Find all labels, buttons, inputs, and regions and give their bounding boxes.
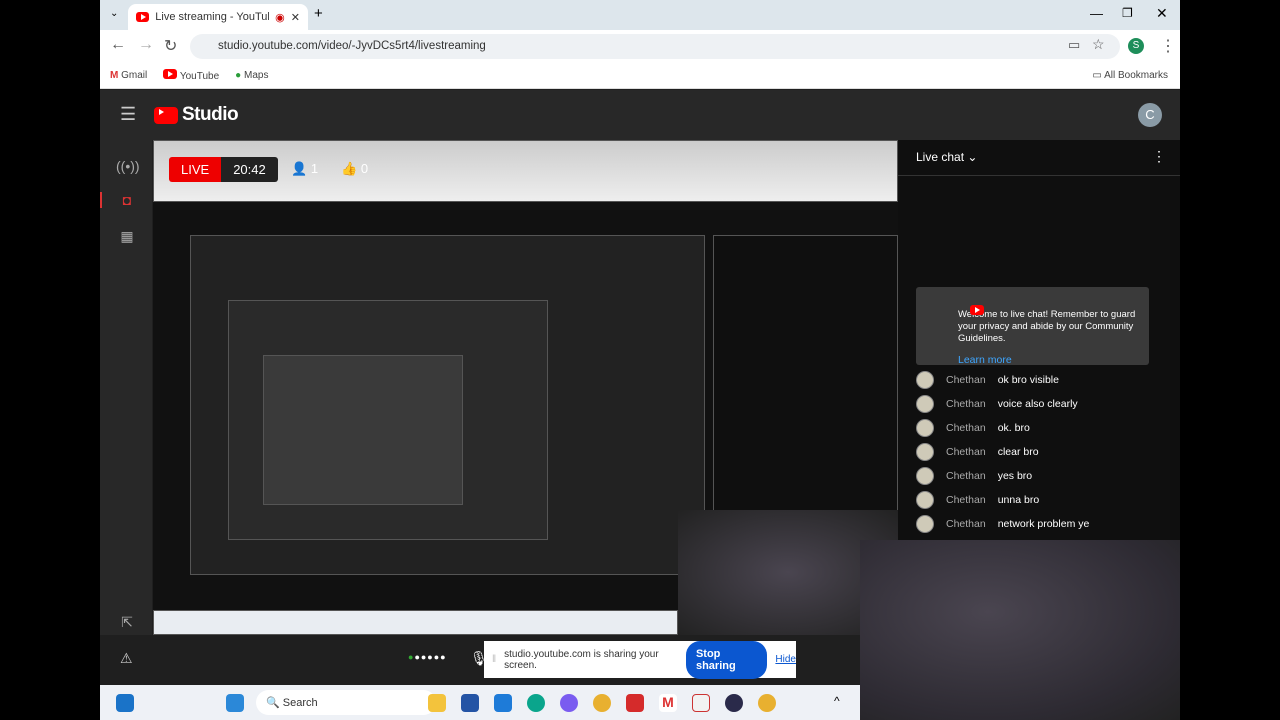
drag-handle[interactable]: ‖ [492, 654, 496, 665]
tab-bar: ⌄ Live streaming - YouTube Studio ◉ ✕ + … [100, 0, 1180, 30]
widgets-icon[interactable] [116, 694, 134, 712]
screen-share-bar: ‖ studio.youtube.com is sharing your scr… [484, 640, 796, 679]
eclipse-icon[interactable] [725, 694, 743, 712]
nested-taskbar [153, 610, 678, 635]
taskbar-search[interactable]: 🔍 Search [256, 690, 436, 715]
avatar [916, 467, 934, 485]
viewer-count: 👤 1 [291, 161, 319, 176]
chat-message: Chethan clear bro [916, 443, 1039, 461]
hide-button[interactable]: Hide [775, 654, 796, 665]
chat-message: Chethan ok bro visible [916, 371, 1059, 389]
learn-more-link[interactable]: Learn more [958, 354, 1139, 366]
stop-sharing-button[interactable]: Stop sharing [685, 640, 768, 679]
file-explorer-icon[interactable] [428, 694, 446, 712]
tab-search-button[interactable]: ⌄ [110, 8, 118, 19]
live-broadcast-icon[interactable]: ((•)) [116, 158, 140, 174]
pagination-dots: ●●●●●● [408, 652, 447, 662]
live-chat-panel: Live chat ⌄ ⋮ Welcome to live chat! Reme… [898, 140, 1180, 540]
avatar [916, 371, 934, 389]
avatar [916, 419, 934, 437]
studio-header: ☰ Studio C [100, 90, 1180, 140]
maximize-button[interactable]: ❐ [1122, 6, 1133, 20]
gmail-icon[interactable]: M [659, 694, 677, 712]
store-icon[interactable] [461, 694, 479, 712]
chrome-icon[interactable] [593, 694, 611, 712]
feedback-icon[interactable]: ⚠ [120, 650, 133, 667]
back-button[interactable]: ← [110, 36, 126, 54]
address-bar-row: ← → ↻ studio.youtube.com/video/-JyvDCs5r… [100, 30, 1180, 62]
bookmarks-bar: M Gmail YouTube ● Maps ▭ All Bookmarks [100, 62, 1180, 89]
all-bookmarks[interactable]: ▭ All Bookmarks [1092, 70, 1168, 81]
nested-chat [713, 235, 898, 515]
copilot-icon[interactable] [560, 694, 578, 712]
studio-logo[interactable]: Studio [154, 104, 239, 126]
avatar [916, 491, 934, 509]
avatar [916, 443, 934, 461]
stream-preview: LIVE 20:42 👤 1 👍 0 [153, 140, 898, 635]
mail-icon[interactable] [494, 694, 512, 712]
profile-avatar[interactable]: S [1128, 38, 1144, 54]
live-status-badge: LIVE 20:42 [169, 157, 278, 182]
bookmark-youtube[interactable]: YouTube [163, 68, 219, 82]
reload-button[interactable]: ↻ [164, 36, 177, 56]
bookmark-gmail[interactable]: M Gmail [110, 70, 147, 81]
like-count: 👍 0 [341, 161, 369, 176]
avatar [916, 515, 934, 533]
start-icon[interactable] [226, 694, 244, 712]
divider [898, 175, 1180, 176]
pdf-icon[interactable] [692, 694, 710, 712]
close-window-button[interactable]: ✕ [1156, 5, 1168, 22]
camera-icon[interactable]: ▭ [1068, 37, 1080, 53]
camera-stream-icon[interactable]: ◘ [100, 192, 152, 208]
chrome-profile-icon[interactable] [758, 694, 776, 712]
left-nav: ((•)) ◘ ▦ ⇱ [100, 140, 152, 635]
nested-preview-3 [263, 355, 463, 505]
chat-message: Chethan yes bro [916, 467, 1032, 485]
webcam-overlay [860, 540, 1180, 720]
show-hidden-icons[interactable]: ^ [834, 694, 840, 708]
taskbar: 🔍 Search M ^ [100, 685, 860, 720]
url-input[interactable]: studio.youtube.com/video/-JyvDCs5rt4/liv… [190, 34, 1120, 59]
minimize-button[interactable]: — [1090, 6, 1103, 21]
calendar-manage-icon[interactable]: ▦ [116, 228, 138, 245]
bookmark-star-icon[interactable]: ☆ [1092, 36, 1105, 53]
youtube-icon [136, 12, 150, 22]
chat-menu-icon[interactable]: ⋮ [1152, 148, 1166, 165]
avatar [916, 395, 934, 413]
external-link-icon[interactable]: ⇱ [116, 614, 138, 631]
tab-live-streaming[interactable]: Live streaming - YouTube Studio ◉ ✕ [128, 4, 308, 30]
new-tab-button[interactable]: + [314, 5, 323, 22]
menu-icon[interactable]: ⋮ [1160, 36, 1176, 56]
live-chat-dropdown[interactable]: Live chat ⌄ [916, 150, 977, 164]
recording-icon: ◉ [275, 11, 285, 24]
app-icon[interactable] [626, 694, 644, 712]
bookmark-maps[interactable]: ● Maps [235, 70, 268, 81]
chat-message: Chethan network problem ye [916, 515, 1089, 533]
chat-message: Chethan voice also clearly [916, 395, 1078, 413]
welcome-banner: Welcome to live chat! Remember to guard … [916, 287, 1149, 366]
forward-button[interactable]: → [138, 36, 154, 54]
chat-message: Chethan unna bro [916, 491, 1039, 509]
chat-message: Chethan ok. bro [916, 419, 1030, 437]
account-avatar[interactable]: C [1138, 103, 1162, 127]
hamburger-menu-icon[interactable]: ☰ [120, 104, 136, 125]
close-tab-icon[interactable]: ✕ [291, 11, 300, 24]
edge-icon[interactable] [527, 694, 545, 712]
